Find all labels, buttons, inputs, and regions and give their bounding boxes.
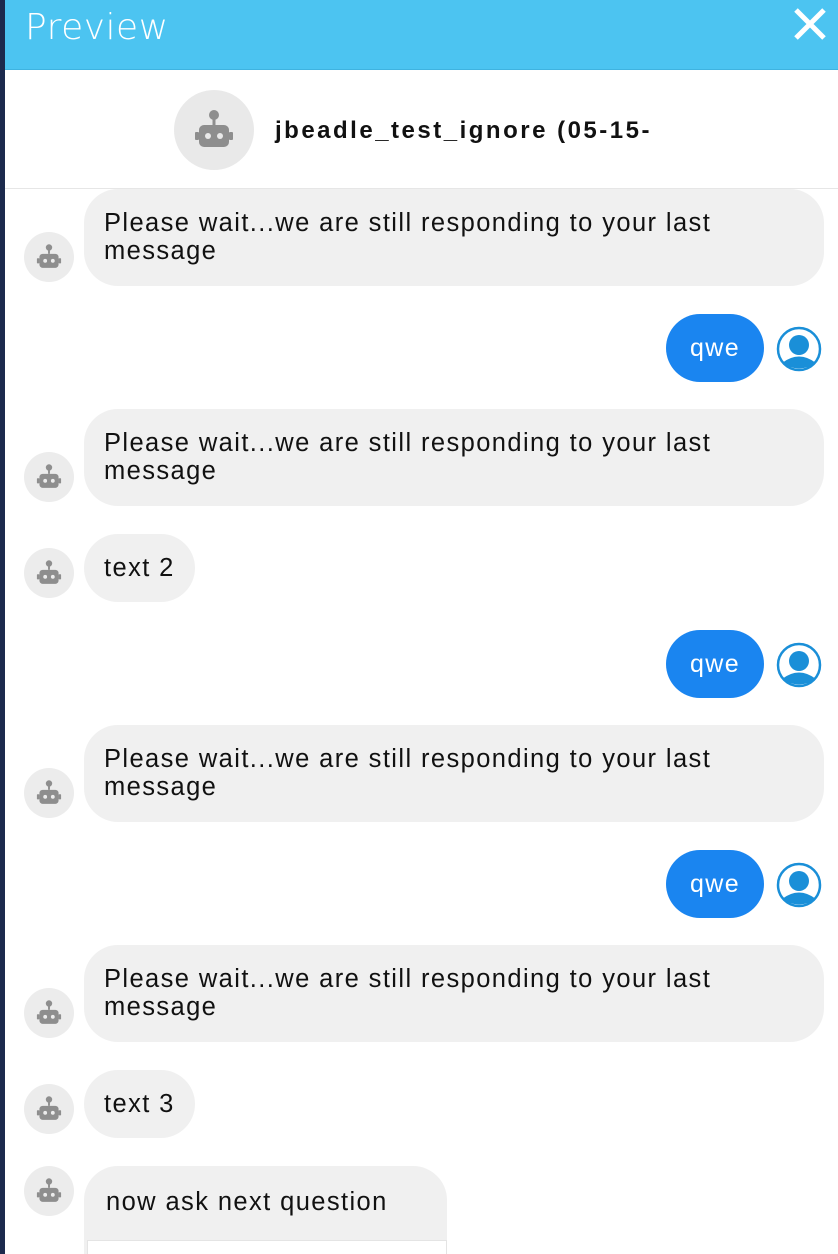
robot-icon: [36, 244, 62, 268]
user-avatar-icon: [776, 642, 822, 688]
message-row: qwe: [5, 850, 838, 918]
bot-name: jbeadle_test_ignore (05-15-: [275, 117, 652, 144]
bot-avatar: [24, 768, 74, 818]
bot-message-bubble: Please wait...we are still responding to…: [84, 409, 824, 506]
close-icon: [794, 8, 826, 40]
robot-icon: [36, 780, 62, 804]
chat-transcript[interactable]: Please wait...we are still responding to…: [5, 189, 838, 1254]
bot-avatar: [24, 232, 74, 282]
user-message-bubble: qwe: [666, 630, 764, 698]
bot-message-bubble: Please wait...we are still responding to…: [84, 945, 824, 1042]
robot-icon: [36, 1178, 62, 1202]
bot-avatar: [24, 548, 74, 598]
close-button[interactable]: [790, 4, 830, 44]
card-stub: [87, 1240, 447, 1254]
bot-info-header: jbeadle_test_ignore (05-15-: [5, 70, 838, 189]
robot-icon: [36, 1096, 62, 1120]
preview-header: Preview: [5, 0, 838, 70]
bot-message-bubble: text 2: [84, 534, 195, 602]
robot-icon: [36, 464, 62, 488]
user-avatar-icon: [776, 326, 822, 372]
robot-icon: [195, 110, 233, 147]
user-avatar-icon: [776, 862, 822, 908]
bot-message-bubble: text 3: [84, 1070, 195, 1138]
robot-icon: [36, 1000, 62, 1024]
bot-avatar: [24, 452, 74, 502]
message-row: Please wait...we are still responding to…: [5, 945, 838, 1042]
bot-avatar: [24, 1084, 74, 1134]
message-row: Please wait...we are still responding to…: [5, 189, 838, 286]
bot-message-bubble: Please wait...we are still responding to…: [84, 189, 824, 286]
message-row: text 3: [5, 1070, 838, 1138]
message-row: Please wait...we are still responding to…: [5, 725, 838, 822]
message-row: qwe: [5, 630, 838, 698]
bot-message-bubble: Please wait...we are still responding to…: [84, 725, 824, 822]
bot-avatar: [24, 988, 74, 1038]
message-row: text 2: [5, 534, 838, 602]
bot-avatar: [24, 1166, 74, 1216]
user-message-bubble: qwe: [666, 850, 764, 918]
bot-avatar: [174, 90, 254, 170]
message-row: Please wait...we are still responding to…: [5, 409, 838, 506]
header-title: Preview: [25, 7, 169, 48]
user-message-bubble: qwe: [666, 314, 764, 382]
robot-icon: [36, 560, 62, 584]
message-row: qwe: [5, 314, 838, 382]
